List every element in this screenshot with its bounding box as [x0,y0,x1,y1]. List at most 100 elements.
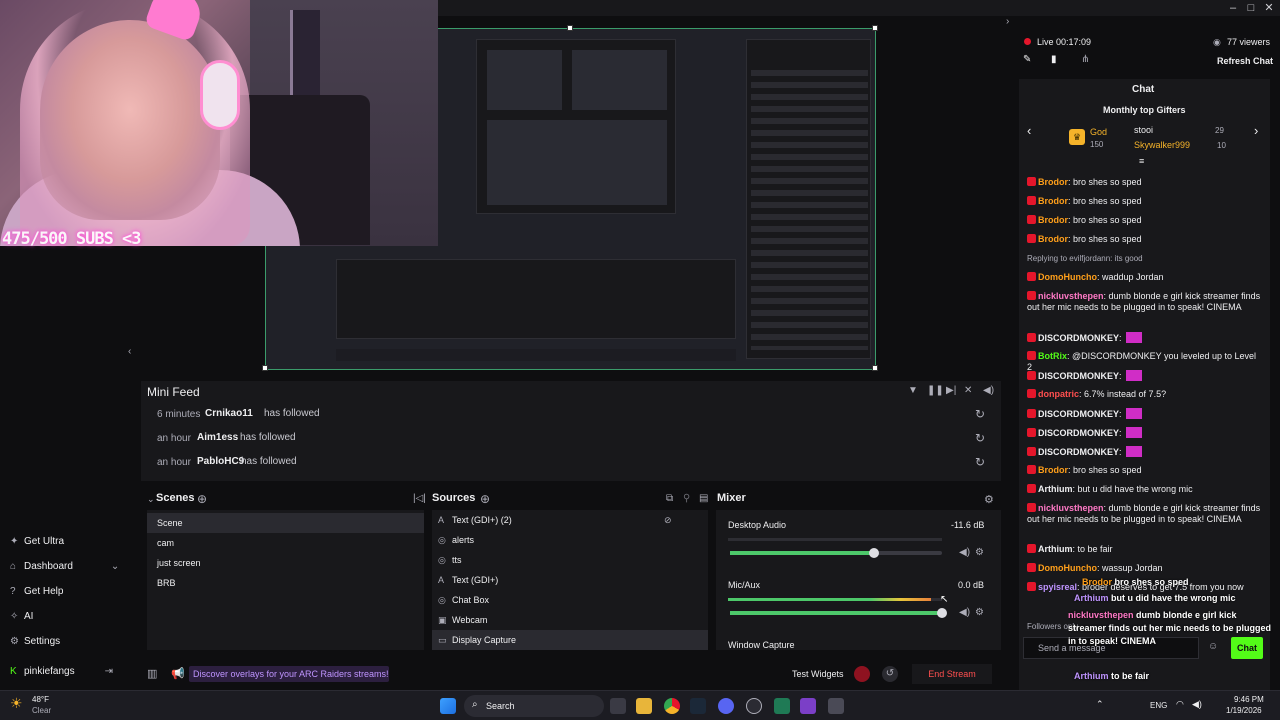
chat-username[interactable]: Brodor [1038,465,1068,475]
pause-icon[interactable]: ❚❚ [927,385,944,396]
refresh-chat-button[interactable]: Refresh Chat [1217,56,1273,66]
chat-message[interactable]: nickluvsthepen: dumb blonde e girl kick … [1027,503,1263,525]
volume-knob[interactable] [937,608,947,618]
nav-ai[interactable]: ✧ AI [10,611,33,631]
next-arrow-icon[interactable]: › [1254,123,1258,138]
chat-username[interactable]: Brodor [1038,196,1068,206]
source-item[interactable]: ◎ tts [432,550,708,570]
chat-message[interactable]: Replying to evilfjordann: its good [1027,253,1263,264]
end-stream-button[interactable]: End Stream [912,664,992,684]
taskbar-search[interactable]: ⌕ Search [464,695,604,717]
source-item[interactable]: ◎ Chat Box [432,590,708,610]
volume-tray-icon[interactable]: ◀) [1192,699,1202,710]
chat-username[interactable]: BotRix [1038,351,1067,361]
scene-item[interactable]: just screen [147,553,424,573]
chat-message[interactable]: DISCORDMONKEY: [1027,332,1263,344]
chat-message[interactable]: Brodor: bro shes so sped [1027,196,1263,207]
chrome-icon[interactable] [664,698,680,714]
hidden-eye-icon[interactable]: ⊘ [664,510,672,530]
resize-handle[interactable] [262,365,268,371]
source-item[interactable]: ▭ Display Capture [432,630,708,650]
weather-temp[interactable]: 48°F [32,695,49,704]
chat-message[interactable]: nickluvsthepen: dumb blonde e girl kick … [1027,291,1263,313]
test-widgets-button[interactable]: Test Widgets [792,666,844,682]
chat-message[interactable]: donpatric: 6.7% instead of 7.5? [1027,389,1263,400]
chat-message[interactable]: DISCORDMONKEY: [1027,427,1263,439]
gear-icon[interactable]: ⚙ [975,607,984,618]
feed-user[interactable]: Aim1ess [197,432,238,443]
prev-arrow-icon[interactable]: ‹ [1027,123,1031,138]
steam-icon[interactable] [690,698,706,714]
volume-knob[interactable] [869,548,880,558]
skip-icon[interactable]: ▶| [946,385,956,396]
maximize-button[interactable]: □ [1244,1,1258,15]
pinned-icon[interactable]: ≡ [1139,156,1144,166]
clock-date[interactable]: 1/19/2026 [1226,706,1262,715]
replay-alert-icon[interactable]: ↻ [975,455,985,469]
mute-alerts-icon[interactable]: ✕ [964,385,972,396]
source-filter-icon[interactable]: ⧉ [666,493,673,504]
chat-username[interactable]: Arthium [1038,544,1073,554]
source-menu-icon[interactable]: ▤ [699,493,708,504]
source-item[interactable]: ◎ alerts [432,530,708,550]
gear-icon[interactable]: ⚙ [975,547,984,558]
add-source-icon[interactable]: ⊕ [480,492,490,506]
file-explorer-icon[interactable] [636,698,652,714]
link-icon[interactable]: ⚲ [683,493,690,504]
edit-icon[interactable]: ✎ [1023,54,1031,65]
source-item[interactable]: A Text (GDI+) [432,570,708,590]
chat-message[interactable]: Brodor: bro shes so sped [1027,215,1263,226]
filter-icon[interactable]: ▼ [908,385,918,396]
nav-dashboard[interactable]: ⌂ Dashboard ⌄ [10,561,119,581]
chat-message[interactable]: Arthium: to be fair [1027,544,1263,555]
volume-icon[interactable]: ◀) [983,385,994,396]
source-item[interactable]: ▣ Webcam [432,610,708,630]
tray-chevron-icon[interactable]: ⌃ [1096,699,1104,710]
nav-get-ultra[interactable]: ✦ Get Ultra [10,536,64,556]
replay-alert-icon[interactable]: ↻ [975,431,985,445]
speaker-icon[interactable]: ◀) [959,607,970,618]
task-view-icon[interactable] [610,698,626,714]
streamlabs-icon[interactable] [774,698,790,714]
chat-username[interactable]: Arthium [1038,484,1073,494]
chat-username[interactable]: DISCORDMONKEY [1038,333,1119,343]
source-item[interactable]: A Text (GDI+) (2) ⊘ [432,510,708,530]
chat-username[interactable]: DomoHuncho [1038,272,1097,282]
replay-icon[interactable]: ↺ [882,666,898,682]
chat-username[interactable]: Brodor [1038,234,1068,244]
wifi-icon[interactable]: ◠ [1176,699,1184,710]
chat-username[interactable]: Brodor [1038,177,1068,187]
resize-handle[interactable] [872,25,878,31]
chat-username[interactable]: DISCORDMONKEY [1038,447,1119,457]
chat-message[interactable]: DomoHuncho: waddup Jordan [1027,272,1263,283]
chat-message[interactable]: DISCORDMONKEY: [1027,446,1263,458]
chat-username[interactable]: nickluvsthepen [1038,503,1104,513]
close-button[interactable]: ✕ [1262,1,1276,15]
resize-handle[interactable] [872,365,878,371]
resize-handle[interactable] [567,25,573,31]
settings-app-icon[interactable] [828,698,844,714]
chat-username[interactable]: DISCORDMONKEY [1038,371,1119,381]
add-scene-icon[interactable]: ⊕ [197,492,207,506]
chat-username[interactable]: Brodor [1038,215,1068,225]
clock-time[interactable]: 9:46 PM [1234,695,1264,704]
scene-transition-icon[interactable]: |◁| [413,493,426,504]
input-language[interactable]: ENG [1150,701,1167,710]
speaker-icon[interactable]: ◀) [959,547,970,558]
chat-message[interactable]: Brodor: bro shes so sped [1027,465,1263,476]
volume-slider[interactable] [730,611,942,615]
collapse-left-icon[interactable]: ‹ [128,346,131,357]
collapse-icon[interactable]: ⌄ [147,494,155,505]
chat-username[interactable]: donpatric [1038,389,1079,399]
chat-message[interactable]: DISCORDMONKEY: [1027,370,1263,382]
nav-get-help[interactable]: ? Get Help [10,586,63,606]
chat-message[interactable]: Brodor: bro shes so sped [1027,234,1263,245]
chat-message[interactable]: DISCORDMONKEY: [1027,408,1263,420]
clip-icon[interactable]: ▮ [1051,54,1057,65]
replay-alert-icon[interactable]: ↻ [975,407,985,421]
minimize-button[interactable]: – [1226,1,1240,15]
chat-username[interactable]: DISCORDMONKEY [1038,409,1119,419]
scene-item[interactable]: Scene [147,513,424,533]
discord-icon[interactable] [718,698,734,714]
chat-message[interactable]: DomoHuncho: wassup Jordan [1027,563,1263,574]
